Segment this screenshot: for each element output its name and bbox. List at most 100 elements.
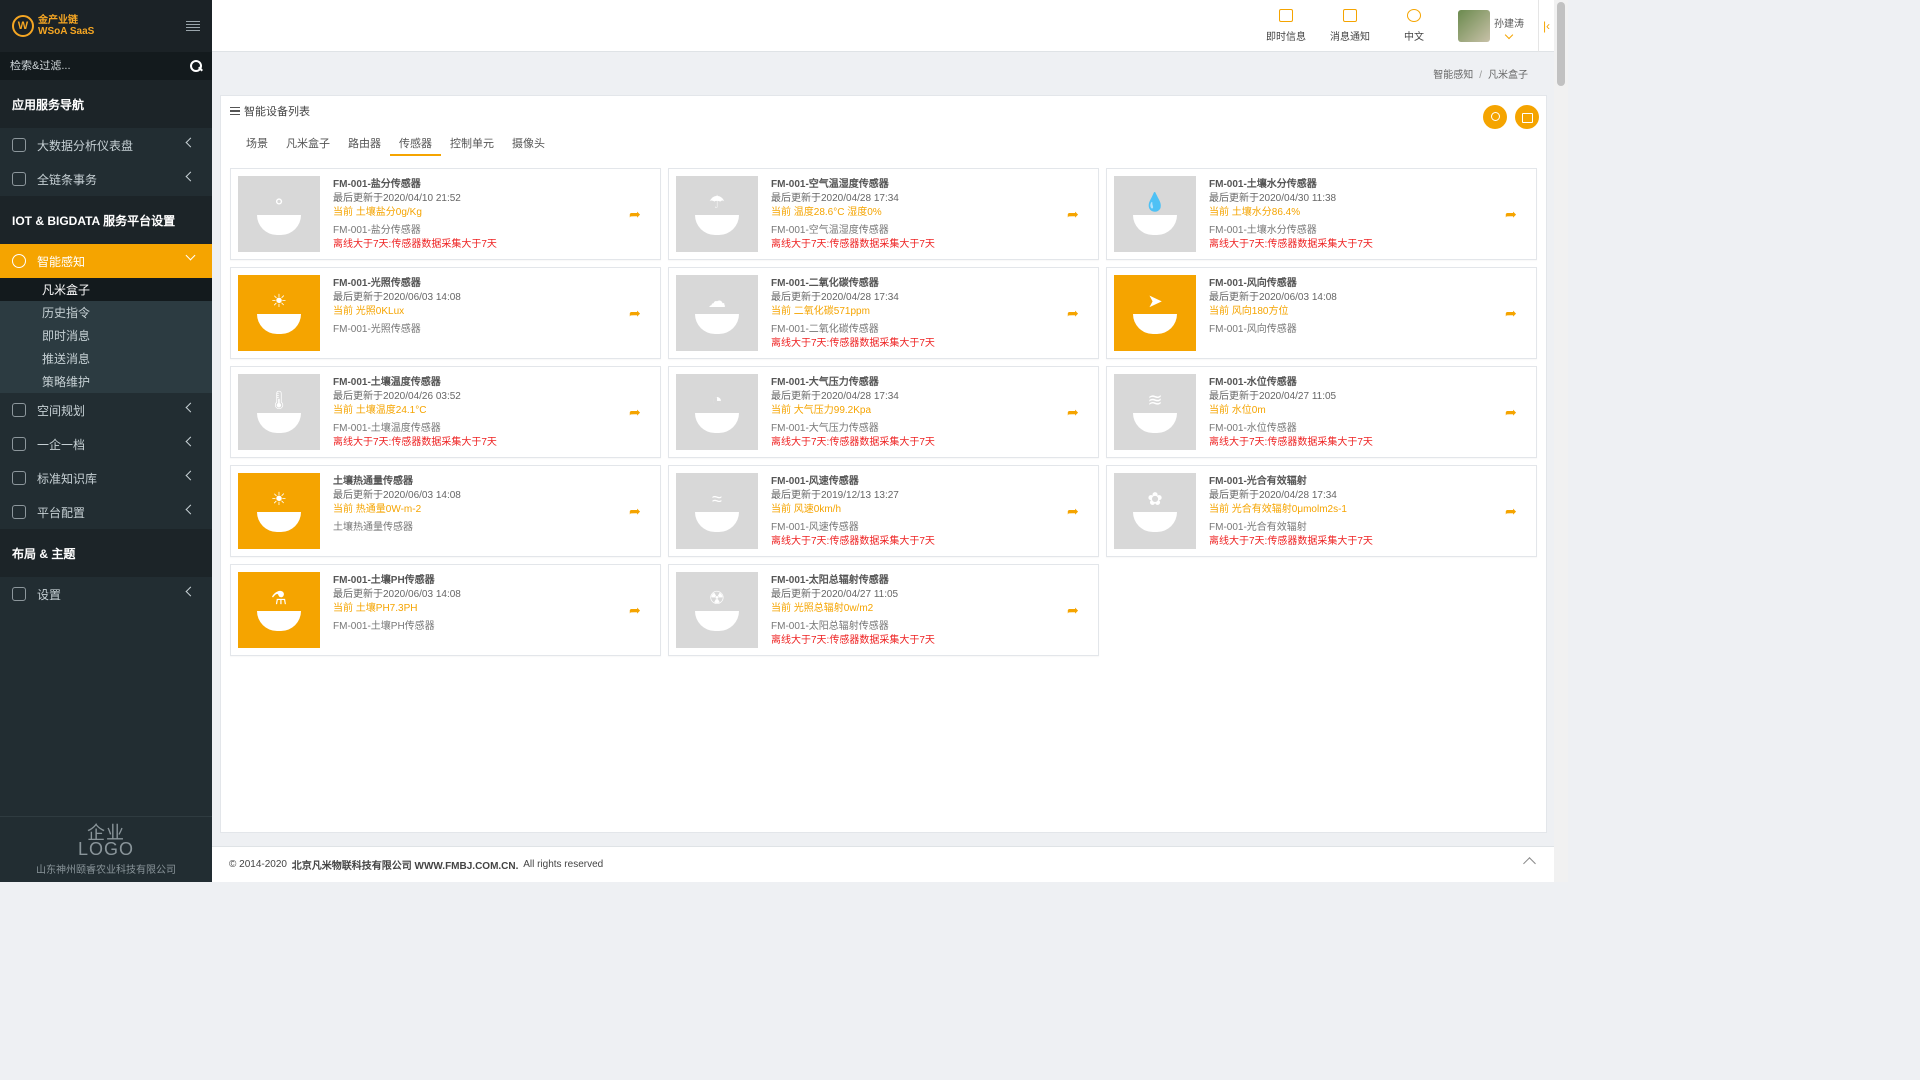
chevron-left-icon [185,586,196,597]
sensor-card[interactable]: ✿ FM-001-光合有效辐射 最后更新于2020/04/28 17:34 当前 光合… [1106,465,1537,557]
sidebar-item-archive[interactable]: 一企一档 [0,427,212,461]
sidebar-submenu: 凡米盒子 历史指令 即时消息 推送消息 策略维护 [0,278,212,393]
sidebar-item-smart-sensing[interactable]: 智能感知 [0,244,212,278]
thermometer-umbrella-icon: ☂ [676,176,758,252]
sensor-card[interactable]: ≈ FM-001-风速传感器 最后更新于2019/12/13 13:27 当前 风速0… [668,465,1099,557]
sensor-card[interactable]: ☀ FM-001-光照传感器 最后更新于2020/06/03 14:08 当前 光照0… [230,267,661,359]
chevron-down-icon [185,250,196,261]
sidebar-item-label: 全链条事务 [37,172,98,187]
sensor-card[interactable]: 🌡 FM-001-土壤温度传感器 最后更新于2020/04/26 03:52 当前 土… [230,366,661,458]
share-arrow-icon[interactable]: ➦ [1505,504,1519,518]
archive-icon [12,437,26,451]
back-to-top-icon[interactable] [1523,857,1536,870]
sidebar-item-label: 智能感知 [37,254,86,269]
tab-control-unit[interactable]: 控制单元 [441,136,503,156]
share-arrow-icon[interactable]: ➦ [629,207,643,221]
collapse-panel-icon[interactable]: |‹ [1538,0,1554,52]
sensor-card[interactable]: ☀ 土壤热通量传感器 最后更新于2020/06/03 14:08 当前 热通量0W-m… [230,465,661,557]
menu-toggle-icon[interactable] [186,20,200,32]
sensor-description: FM-001-水位传感器 [1209,423,1297,434]
share-arrow-icon[interactable]: ➦ [629,405,643,419]
search-button[interactable] [1483,105,1507,129]
share-arrow-icon[interactable]: ➦ [1067,207,1081,221]
sensor-name: FM-001-光合有效辐射 [1209,476,1307,487]
sensor-description: 土壤热通量传感器 [333,522,413,533]
sensor-card-grid: ⚬ FM-001-盐分传感器 最后更新于2020/04/10 21:52 当前 土壤盐… [230,168,1537,656]
sensor-card[interactable]: ☁ FM-001-二氧化碳传感器 最后更新于2020/04/28 17:34 当前 二… [668,267,1099,359]
sidebar-subitem-history[interactable]: 历史指令 [0,301,212,324]
map-view-button[interactable] [1515,105,1539,129]
sensor-description: FM-001-盐分传感器 [333,225,421,236]
analytics-icon [12,138,26,152]
sensor-card[interactable]: ⚬ FM-001-盐分传感器 最后更新于2020/04/10 21:52 当前 土壤盐… [230,168,661,260]
sensor-name: FM-001-空气温湿度传感器 [771,179,889,190]
notification-button[interactable]: 消息通知 [1318,9,1382,43]
tab-camera[interactable]: 摄像头 [503,136,554,156]
chevron-left-icon [185,171,196,182]
share-arrow-icon[interactable]: ➦ [629,603,643,617]
page-footer: © 2014-2020 北京凡米物联科技有限公司 WWW.FMBJ.COM.CN… [212,846,1554,882]
sensor-card[interactable]: ☂ FM-001-空气温湿度传感器 最后更新于2020/04/28 17:34 当前 … [668,168,1099,260]
share-arrow-icon[interactable]: ➦ [1067,504,1081,518]
breadcrumb-parent[interactable]: 智能感知 [1433,70,1473,81]
sensor-offline-warning: 离线大于7天:传感器数据采集大于7天 [771,437,935,448]
sidebar-subitem-push[interactable]: 推送消息 [0,347,212,370]
sensor-name: 土壤热通量传感器 [333,476,413,487]
tab-sensor[interactable]: 传感器 [390,136,441,156]
share-arrow-icon[interactable]: ➦ [1067,603,1081,617]
sensor-card[interactable]: 💧 FM-001-土壤水分传感器 最后更新于2020/04/30 11:38 当前 土… [1106,168,1537,260]
sidebar-subitem-fanmi-box[interactable]: 凡米盒子 [0,278,212,301]
search-input[interactable] [10,60,170,72]
share-arrow-icon[interactable]: ➦ [1505,405,1519,419]
sidebar-subitem-instant[interactable]: 即时消息 [0,324,212,347]
sensor-card[interactable]: ⚗ FM-001-土壤PH传感器 最后更新于2020/06/03 14:08 当前 土… [230,564,661,656]
globe-icon [1407,9,1421,22]
instant-message-button[interactable]: 即时信息 [1254,9,1318,43]
sensor-card[interactable]: ☢ FM-001-太阳总辐射传感器 最后更新于2020/04/27 11:05 当前 … [668,564,1099,656]
share-arrow-icon[interactable]: ➦ [629,504,643,518]
tab-router[interactable]: 路由器 [339,136,390,156]
sidebar-subitem-strategy[interactable]: 策略维护 [0,370,212,393]
sidebar-item-dashboard[interactable]: 大数据分析仪表盘 [0,128,212,162]
sensor-card[interactable]: ≋ FM-001-水位传感器 最后更新于2020/04/27 11:05 当前 水位0… [1106,366,1537,458]
user-menu[interactable]: 孙建涛 [1458,10,1524,42]
tab-fanmi-box[interactable]: 凡米盒子 [277,136,339,156]
share-arrow-icon[interactable]: ➦ [629,306,643,320]
sensor-card[interactable]: ◔ FM-001-大气压力传感器 最后更新于2020/04/28 17:34 当前 大… [668,366,1099,458]
water-level-icon: ≋ [1114,374,1196,450]
sensor-current-value: 当前 光合有效辐射0μmolm2s-1 [1209,504,1347,515]
sensor-description: FM-001-二氧化碳传感器 [771,324,879,335]
water-drop-icon: 💧 [1114,176,1196,252]
ph-icon: ⚗ [238,572,320,648]
language-button[interactable]: 中文 [1382,9,1446,43]
share-arrow-icon[interactable]: ➦ [1505,306,1519,320]
top-actions: 即时信息 消息通知 中文 孙建涛 |‹ [1254,0,1554,52]
share-arrow-icon[interactable]: ➦ [1505,207,1519,221]
sidebar-item-chain[interactable]: 全链条事务 [0,162,212,196]
sensor-current-value: 当前 二氧化碳571ppm [771,306,870,317]
brand-logo[interactable]: W 金产业链 WSoA SaaS [12,15,94,37]
sidebar-item-knowledge[interactable]: 标准知识库 [0,461,212,495]
sidebar-item-space[interactable]: 空间规划 [0,393,212,427]
sensor-updated: 最后更新于2019/12/13 13:27 [771,490,899,501]
sensor-description: FM-001-风向传感器 [1209,324,1297,335]
share-arrow-icon[interactable]: ➦ [1067,306,1081,320]
sensor-card[interactable]: ➤ FM-001-风向传感器 最后更新于2020/06/03 14:08 当前 风向1… [1106,267,1537,359]
sensor-current-value: 当前 土壤PH7.3PH [333,603,418,614]
device-tabs: 场景 凡米盒子 路由器 传感器 控制单元 摄像头 [237,136,554,156]
sidebar-item-platform[interactable]: 平台配置 [0,495,212,529]
salt-icon: ⚬ [238,176,320,252]
sidebar-item-settings[interactable]: 设置 [0,577,212,611]
platform-icon [12,505,26,519]
share-arrow-icon[interactable]: ➦ [1067,405,1081,419]
sensor-name: FM-001-土壤温度传感器 [333,377,441,388]
sensor-name: FM-001-太阳总辐射传感器 [771,575,889,586]
sensor-name: FM-001-水位传感器 [1209,377,1297,388]
sensor-updated: 最后更新于2020/04/27 11:05 [1209,391,1337,402]
tab-scene[interactable]: 场景 [237,136,277,156]
search-icon[interactable] [190,60,202,72]
page-scrollbar[interactable] [1554,0,1568,882]
logo-text-line1: 金产业链 [38,15,78,26]
sensor-offline-warning: 离线大于7天:传感器数据采集大于7天 [771,635,935,646]
sensor-updated: 最后更新于2020/04/30 11:38 [1209,193,1337,204]
